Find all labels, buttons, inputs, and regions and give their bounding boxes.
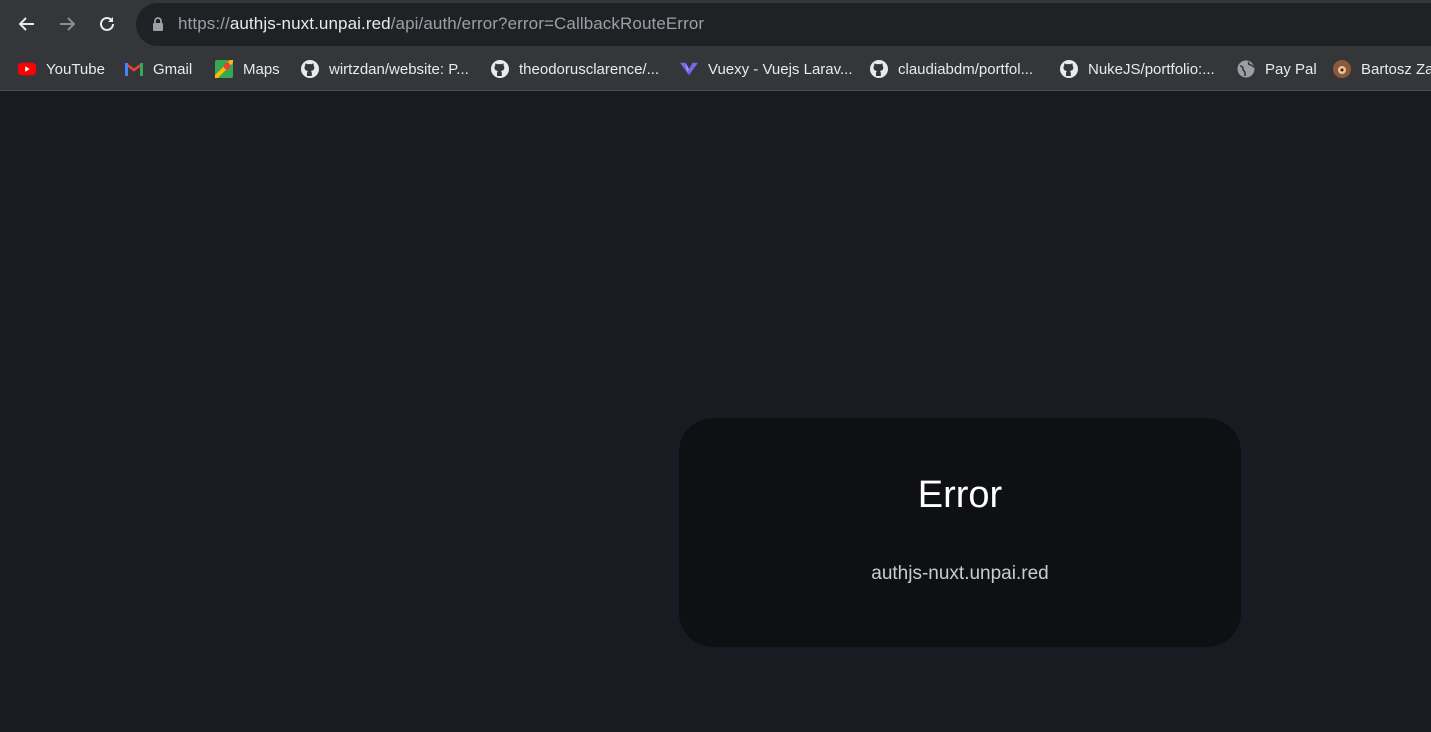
- back-arrow-icon: [18, 17, 34, 31]
- page-content: Error authjs-nuxt.unpai.red: [0, 91, 1431, 732]
- youtube-icon: [18, 60, 36, 78]
- bookmark-theodorusclarence[interactable]: theodorusclarence/...: [491, 58, 659, 80]
- error-card: Error authjs-nuxt.unpai.red: [679, 418, 1241, 647]
- bookmark-label: claudiabdm/portfol...: [898, 60, 1034, 78]
- bookmark-wirtzdan[interactable]: wirtzdan/website: P...: [301, 58, 469, 80]
- bookmark-label: Bartosz Za: [1361, 60, 1431, 78]
- vuexy-icon: [680, 60, 698, 78]
- maps-icon: [215, 60, 233, 78]
- globe-icon: [1237, 60, 1255, 78]
- github-icon: [491, 60, 509, 78]
- bookmarks-bar: YouTube Gmail Maps wirtzdan/website: P..…: [0, 48, 1431, 91]
- bookmark-label: Maps: [243, 60, 280, 78]
- bookmark-label: theodorusclarence/...: [519, 60, 660, 78]
- github-icon: [870, 60, 888, 78]
- bookmark-label: wirtzdan/website: P...: [329, 60, 469, 78]
- bookmark-label: Gmail: [153, 60, 193, 78]
- bookmark-youtube[interactable]: YouTube: [18, 58, 105, 80]
- bookmark-label: YouTube: [46, 60, 105, 78]
- bookmark-bartosz[interactable]: Bartosz Za: [1333, 58, 1431, 80]
- browser-toolbar: https://authjs-nuxt.unpai.red/api/auth/e…: [0, 0, 1431, 48]
- github-icon: [1060, 60, 1078, 78]
- url-text[interactable]: https://authjs-nuxt.unpai.red/api/auth/e…: [178, 14, 704, 34]
- avatar-icon: [1333, 60, 1351, 78]
- address-bar[interactable]: https://authjs-nuxt.unpai.red/api/auth/e…: [136, 3, 1431, 46]
- bookmark-label: Vuexy - Vuejs Larav...: [708, 60, 853, 78]
- bookmark-maps[interactable]: Maps: [215, 58, 280, 80]
- back-button[interactable]: [11, 8, 43, 40]
- github-icon: [301, 60, 319, 78]
- bookmark-paypal[interactable]: Pay Pal: [1237, 58, 1317, 80]
- reload-icon: [100, 16, 114, 31]
- url-scheme: https://: [178, 14, 230, 33]
- url-path: /api/auth/error?error=CallbackRouteError: [390, 14, 705, 33]
- forward-button[interactable]: [51, 8, 83, 40]
- bookmark-claudiabdm[interactable]: claudiabdm/portfol...: [870, 58, 1033, 80]
- forward-arrow-icon: [60, 17, 76, 31]
- gmail-icon: [125, 60, 143, 78]
- bookmark-nukejs[interactable]: NukeJS/portfolio:...: [1060, 58, 1215, 80]
- bookmark-vuexy[interactable]: Vuexy - Vuejs Larav...: [680, 58, 853, 80]
- lock-icon: [153, 17, 163, 31]
- error-title: Error: [917, 474, 1003, 516]
- reload-button[interactable]: [91, 8, 123, 40]
- url-host: authjs-nuxt.unpai.red: [229, 14, 391, 33]
- error-message: authjs-nuxt.unpai.red: [871, 563, 1049, 584]
- bookmark-gmail[interactable]: Gmail: [125, 58, 192, 80]
- bookmark-label: Pay Pal: [1265, 60, 1317, 78]
- bookmark-label: NukeJS/portfolio:...: [1088, 60, 1215, 78]
